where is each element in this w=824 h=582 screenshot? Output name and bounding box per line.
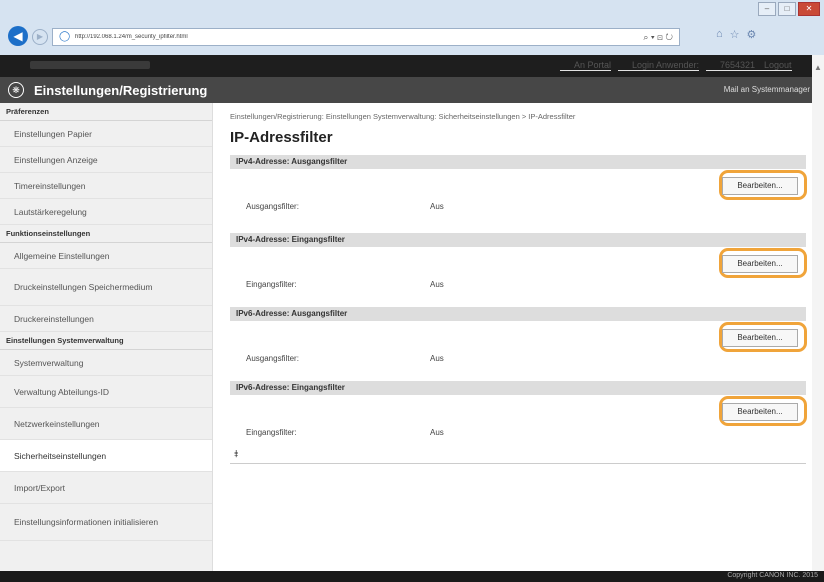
edit-button-ipv6-outgoing[interactable]: Bearbeiten...: [722, 329, 798, 347]
panel-header: IPv4-Adresse: Eingangsfilter: [230, 233, 806, 247]
sidebar-item-initialize-settings[interactable]: Einstellungsinformationen initialisieren: [0, 504, 212, 541]
sidebar-item-general-settings[interactable]: Allgemeine Einstellungen: [0, 243, 212, 269]
edit-button-ipv4-outgoing[interactable]: Bearbeiten...: [722, 177, 798, 195]
browser-logo-icon: ◯: [59, 31, 71, 42]
back-to-top-icon[interactable]: ⯒: [234, 447, 238, 464]
field-label: Ausgangsfilter:: [246, 354, 299, 363]
browser-chrome: – □ ✕ ◀ ▶ ◯ http://192.068.1.24/m_securi…: [0, 0, 824, 55]
sidebar-item-system-management[interactable]: Systemverwaltung: [0, 350, 212, 376]
page-title: IP-Adressfilter: [230, 129, 333, 146]
login-user-id: 7654321: [706, 60, 756, 71]
sidebar-item-volume-control[interactable]: Lautstärkeregelung: [0, 199, 212, 225]
divider: [230, 463, 806, 464]
field-label: Eingangsfilter:: [246, 428, 297, 437]
panel-ipv6-incoming: IPv6-Adresse: Eingangsfilter Bearbeiten.…: [230, 381, 807, 445]
url-text[interactable]: http://192.068.1.24/m_security_ipfilter.…: [75, 34, 643, 40]
field-label: Ausgangsfilter:: [246, 202, 299, 211]
browser-toolbar-icons: ⌂ ☆ ⚙: [716, 28, 756, 41]
sidebar-item-department-id[interactable]: Verwaltung Abteilungs-ID: [0, 376, 212, 408]
window-controls: – □ ✕: [758, 2, 820, 16]
portal-link[interactable]: An Portal: [560, 60, 612, 71]
sidebar-item-import-export[interactable]: Import/Export: [0, 472, 212, 504]
top-user-bar: An Portal Login Anwender: 7654321 Logout: [0, 55, 824, 77]
sidebar-item-security-settings[interactable]: Sicherheitseinstellungen: [0, 440, 212, 472]
sidebar-item-print-media-settings[interactable]: Druckeinstellungen Speichermedium: [0, 269, 212, 306]
arrow-left-icon: ◀: [13, 29, 23, 43]
footer: Copyright CANON INC. 2015: [0, 571, 824, 582]
panel-header: IPv6-Adresse: Ausgangsfilter: [230, 307, 806, 321]
edit-button-ipv4-incoming[interactable]: Bearbeiten...: [722, 255, 798, 273]
sidebar-item-display-settings[interactable]: Einstellungen Anzeige: [0, 147, 212, 173]
sidebar-item-printer-settings[interactable]: Druckereinstellungen: [0, 306, 212, 332]
app-title: Einstellungen/Registrierung: [34, 83, 208, 98]
settings-gear-icon: ❋: [8, 82, 24, 98]
close-window-button[interactable]: ✕: [798, 2, 820, 16]
field-value: Aus: [430, 202, 444, 211]
search-refresh-tools[interactable]: ⌕ ▾ ⊡ ↻: [643, 32, 679, 43]
sidebar-item-timer-settings[interactable]: Timereinstellungen: [0, 173, 212, 199]
device-name-redacted: [30, 61, 150, 69]
sidebar-section-function-settings: Funktionseinstellungen: [0, 225, 212, 243]
panel-header: IPv6-Adresse: Eingangsfilter: [230, 381, 806, 395]
logout-link[interactable]: Logout: [750, 60, 792, 71]
panel-header: IPv4-Adresse: Ausgangsfilter: [230, 155, 806, 169]
copyright-text: Copyright CANON INC. 2015: [727, 572, 818, 579]
sidebar: Präferenzen Einstellungen Papier Einstel…: [0, 103, 213, 571]
panel-ipv4-outgoing: IPv4-Adresse: Ausgangsfilter Bearbeiten.…: [230, 155, 807, 219]
field-value: Aus: [430, 428, 444, 437]
settings-gear-icon[interactable]: ⚙: [747, 28, 757, 41]
address-bar[interactable]: ◯ http://192.068.1.24/m_security_ipfilte…: [52, 28, 680, 46]
forward-button[interactable]: ▶: [32, 29, 48, 45]
field-value: Aus: [430, 354, 444, 363]
page-header: ❋ Einstellungen/Registrierung Mail an Sy…: [0, 77, 824, 103]
sidebar-item-paper-settings[interactable]: Einstellungen Papier: [0, 121, 212, 147]
sidebar-section-system-management: Einstellungen Systemverwaltung: [0, 332, 212, 350]
sidebar-item-network-settings[interactable]: Netzwerkeinstellungen: [0, 408, 212, 440]
mail-to-admin-link[interactable]: Mail an Systemmanager: [724, 85, 810, 94]
login-label: Login Anwender:: [618, 60, 700, 71]
scroll-up-icon[interactable]: ▲: [814, 63, 822, 72]
panel-ipv4-incoming: IPv4-Adresse: Eingangsfilter Bearbeiten.…: [230, 233, 807, 297]
main-content: Einstellungen/Registrierung: Einstellung…: [222, 103, 808, 571]
field-value: Aus: [430, 280, 444, 289]
edit-button-ipv6-incoming[interactable]: Bearbeiten...: [722, 403, 798, 421]
maximize-button[interactable]: □: [778, 2, 796, 16]
panel-ipv6-outgoing: IPv6-Adresse: Ausgangsfilter Bearbeiten.…: [230, 307, 807, 371]
favorites-star-icon[interactable]: ☆: [730, 28, 740, 41]
scrollbar[interactable]: ▲: [812, 55, 824, 571]
back-button[interactable]: ◀: [8, 26, 28, 46]
sidebar-section-preferences: Präferenzen: [0, 103, 212, 121]
arrow-right-icon: ▶: [36, 32, 44, 41]
breadcrumb: Einstellungen/Registrierung: Einstellung…: [230, 112, 576, 121]
minimize-button[interactable]: –: [758, 2, 776, 16]
home-icon[interactable]: ⌂: [716, 28, 723, 41]
field-label: Eingangsfilter:: [246, 280, 297, 289]
